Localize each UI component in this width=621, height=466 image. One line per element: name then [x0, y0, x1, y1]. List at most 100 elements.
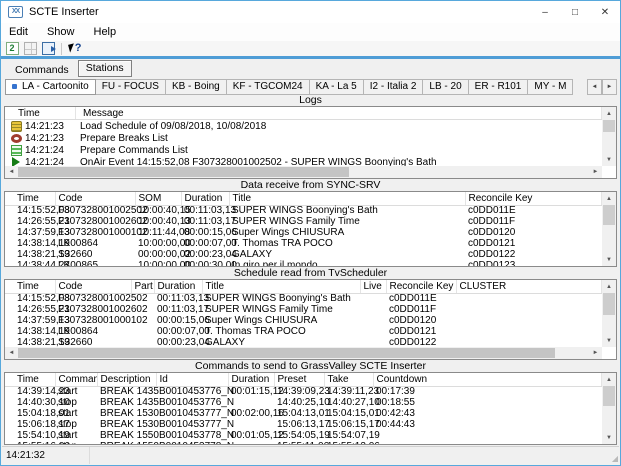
scroll-up-icon[interactable]: ▲: [602, 373, 616, 386]
scroll-track[interactable]: [602, 120, 616, 153]
column-header[interactable]: CLUSTER: [456, 280, 602, 293]
resize-grip-icon[interactable]: ◢: [612, 455, 618, 463]
scroll-track[interactable]: [18, 347, 589, 359]
log-row[interactable]: 14:21:24 Prepare Commands List: [5, 144, 616, 156]
scroll-down-icon[interactable]: ▼: [602, 431, 616, 444]
scroll-track[interactable]: [602, 205, 616, 253]
table-row[interactable]: 15:06:18,17stopBREAK 1530B0010453777_N15…: [5, 419, 602, 430]
column-header[interactable]: Part: [131, 280, 154, 293]
minimize-button[interactable]: –: [530, 1, 560, 23]
scroll-right-icon[interactable]: ►: [589, 347, 602, 359]
table-row[interactable]: 14:39:14,23startBREAK 1435B0010453776_N0…: [5, 386, 602, 397]
column-header[interactable]: Duration: [181, 192, 229, 205]
scroll-thumb[interactable]: [603, 293, 615, 315]
vertical-scrollbar[interactable]: ▲ ▼: [602, 192, 616, 266]
station-tab[interactable]: KF - TGCOM24: [227, 79, 310, 95]
toolbar-button[interactable]: [39, 41, 57, 56]
toolbar-button[interactable]: [21, 41, 39, 56]
scroll-down-icon[interactable]: ▼: [602, 253, 616, 266]
station-tab[interactable]: MY - M: [528, 79, 573, 95]
context-help-button[interactable]: ?: [66, 41, 84, 56]
vertical-scrollbar[interactable]: ▲ ▼: [602, 107, 616, 166]
vertical-scrollbar[interactable]: ▲ ▼: [602, 280, 616, 347]
column-header[interactable]: Countdown: [373, 373, 602, 386]
column-header[interactable]: Description: [97, 373, 156, 386]
column-header[interactable]: Code: [55, 192, 135, 205]
scroll-down-icon[interactable]: ▼: [602, 153, 616, 166]
station-tab[interactable]: ER - R101: [469, 79, 529, 95]
table-row[interactable]: 14:26:55,21F30732800100260210:00:40,1300…: [5, 216, 602, 227]
table-row[interactable]: 14:38:14,19LK0086410:00:00,0000:00:07,00…: [5, 238, 602, 249]
scroll-thumb[interactable]: [18, 167, 349, 177]
column-header[interactable]: Command: [55, 373, 97, 386]
log-row[interactable]: 14:21:23 Load Schedule of 09/08/2018, 10…: [5, 120, 616, 132]
station-tab[interactable]: LA - Cartoonito: [5, 79, 96, 95]
scroll-thumb[interactable]: [603, 205, 615, 225]
horizontal-scrollbar[interactable]: ◄ ►: [5, 166, 602, 178]
menu-item[interactable]: Show: [47, 26, 75, 38]
main-tab[interactable]: Stations: [78, 60, 132, 77]
scroll-up-icon[interactable]: ▲: [602, 280, 616, 293]
column-header[interactable]: Preset: [274, 373, 324, 386]
column-header[interactable]: Time: [5, 192, 55, 205]
tab-scroll-left-icon[interactable]: ◄: [587, 79, 602, 95]
scroll-right-icon[interactable]: ►: [589, 166, 602, 178]
scroll-up-icon[interactable]: ▲: [602, 107, 616, 120]
table-row[interactable]: 14:40:30,10stopBREAK 1435B0010453776_N14…: [5, 397, 602, 408]
scroll-left-icon[interactable]: ◄: [5, 166, 18, 178]
table-row[interactable]: 14:15:52,08F30732800100250200:11:03,13SU…: [5, 293, 602, 304]
tab-scroll-right-icon[interactable]: ►: [602, 79, 617, 95]
station-tab[interactable]: KA - La 5: [310, 79, 364, 95]
table-row[interactable]: 14:26:55,21F30732800100260200:11:03,17SU…: [5, 304, 602, 315]
maximize-button[interactable]: □: [560, 1, 590, 23]
column-header[interactable]: Reconcile Key: [465, 192, 602, 205]
scroll-thumb[interactable]: [603, 120, 615, 132]
station-tab[interactable]: I2 - Italia 2: [364, 79, 424, 95]
station-tab[interactable]: LB - 20: [423, 79, 468, 95]
table-row[interactable]: 15:55:16,06stopBREAK 1550B0010453778_N15…: [5, 441, 602, 445]
table-row[interactable]: 15:54:10,19startBREAK 1550B0010453778_N0…: [5, 430, 602, 441]
table-row[interactable]: 14:37:59,13F30732800100010200:00:15,06Su…: [5, 315, 602, 326]
scroll-up-icon[interactable]: ▲: [602, 192, 616, 205]
column-header[interactable]: Id: [156, 373, 228, 386]
column-header[interactable]: SOM: [135, 192, 181, 205]
column-header[interactable]: Code: [55, 280, 131, 293]
scroll-track[interactable]: [602, 386, 616, 431]
column-header[interactable]: Duration: [154, 280, 202, 293]
table-cell: 14:39:09,23: [274, 386, 324, 397]
log-message: Load Schedule of 09/08/2018, 10/08/2018: [80, 121, 266, 132]
scroll-track[interactable]: [602, 293, 616, 334]
menu-item[interactable]: Edit: [9, 26, 28, 38]
column-header[interactable]: Title: [202, 280, 360, 293]
column-header[interactable]: Time: [5, 373, 55, 386]
toolbar-button[interactable]: 2: [3, 41, 21, 56]
table-row[interactable]: 14:38:14,19LK0086400:00:07,00T. Thomas T…: [5, 326, 602, 337]
column-header[interactable]: Title: [229, 192, 465, 205]
column-header[interactable]: Time: [5, 280, 55, 293]
log-row[interactable]: 14:21:23 Prepare Breaks List: [5, 132, 616, 144]
main-tab[interactable]: Commands: [8, 63, 76, 78]
close-button[interactable]: ✕: [590, 1, 620, 23]
table-row[interactable]: 15:04:18,01startBREAK 1530B0010453777_N0…: [5, 408, 602, 419]
scroll-thumb[interactable]: [603, 386, 615, 406]
station-tab[interactable]: KB - Boing: [166, 79, 227, 95]
scroll-down-icon[interactable]: ▼: [602, 334, 616, 347]
table-row[interactable]: 14:38:21,19S3266000:00:00,0200:00:23,04G…: [5, 249, 602, 260]
scroll-track[interactable]: [18, 166, 589, 178]
logs-column-time[interactable]: Time: [5, 107, 76, 119]
table-row[interactable]: 14:15:52,08F30732800100250210:00:40,1500…: [5, 205, 602, 216]
table-row[interactable]: 14:37:59,13F30732800100010210:11:44,0800…: [5, 227, 602, 238]
scroll-left-icon[interactable]: ◄: [5, 347, 18, 359]
horizontal-scrollbar[interactable]: ◄ ►: [5, 347, 602, 359]
table-row[interactable]: 14:38:44,23LK0086510:00:00,0000:00:30,00…: [5, 260, 602, 267]
scroll-thumb[interactable]: [18, 348, 555, 358]
vertical-scrollbar[interactable]: ▲ ▼: [602, 373, 616, 444]
table-cell: c0DD0123: [465, 260, 602, 267]
column-header[interactable]: Take: [324, 373, 373, 386]
column-header[interactable]: Duration: [228, 373, 274, 386]
column-header[interactable]: Reconcile Key: [386, 280, 456, 293]
column-header[interactable]: Live: [360, 280, 386, 293]
menu-item[interactable]: Help: [94, 26, 117, 38]
logs-column-message[interactable]: Message: [76, 107, 602, 119]
station-tab[interactable]: FU - FOCUS: [96, 79, 166, 95]
